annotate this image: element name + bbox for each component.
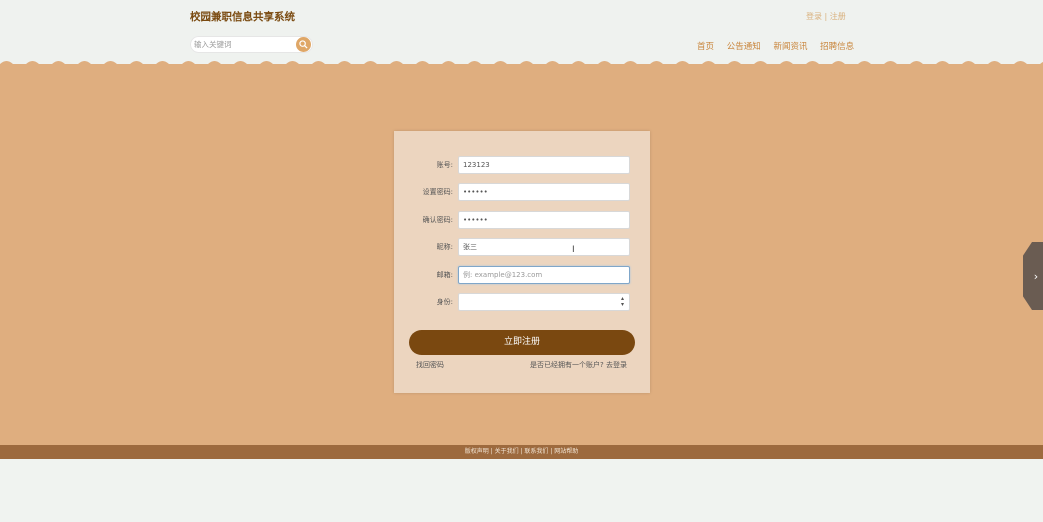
email-label: 邮箱:	[436, 271, 453, 279]
nav-item-announcements[interactable]: 公告通知	[727, 42, 761, 52]
go-login-link[interactable]: 是否已经拥有一个账户? 去登录	[530, 360, 627, 370]
header: 校园兼职信息共享系统 登录 | 注册 首页 公告通知 新闻资讯 招聘信息	[0, 0, 1043, 64]
nickname-field[interactable]: 张三 I	[458, 238, 630, 256]
login-link[interactable]: 登录	[806, 12, 822, 21]
nav-item-news[interactable]: 新闻资讯	[773, 42, 807, 52]
search-input[interactable]	[192, 37, 294, 52]
footer: 版权声明 | 关于我们 | 联系我们 | 网站帮助	[0, 445, 1043, 459]
confirm-password-label: 确认密码:	[422, 216, 453, 224]
register-link[interactable]: 注册	[830, 12, 846, 21]
register-form: 账号: 123123 设置密码: •••••• 确认密码: •••••• 昵称:…	[394, 131, 650, 393]
nickname-value: 张三	[463, 243, 477, 251]
form-row-nickname: 昵称: 张三 I	[394, 238, 650, 256]
site-title: 校园兼职信息共享系统	[190, 11, 295, 23]
search-button[interactable]	[296, 37, 311, 52]
select-arrows-icon: ▴ ▾	[620, 295, 624, 308]
form-row-email: 邮箱: 例: example@123.com	[394, 266, 650, 284]
form-row-confirm-password: 确认密码: ••••••	[394, 211, 650, 229]
email-field[interactable]: 例: example@123.com	[458, 266, 630, 284]
footer-link-copyright[interactable]: 版权声明	[465, 448, 489, 455]
account-field[interactable]: 123123	[458, 156, 630, 174]
form-row-password: 设置密码: ••••••	[394, 183, 650, 201]
password-label: 设置密码:	[422, 188, 453, 196]
footer-link-contact[interactable]: 联系我们	[524, 448, 548, 455]
scallop-divider	[0, 56, 1043, 70]
confirm-password-field[interactable]: ••••••	[458, 211, 630, 229]
footer-link-help[interactable]: 网站帮助	[554, 448, 578, 455]
form-row-identity: 身份: ▴ ▾	[394, 293, 650, 311]
forgot-password-link[interactable]: 找回密码	[416, 360, 444, 370]
identity-select[interactable]: ▴ ▾	[458, 293, 630, 311]
nickname-label: 昵称:	[436, 243, 453, 251]
auth-separator: |	[822, 12, 830, 21]
form-row-account: 账号: 123123	[394, 156, 650, 174]
search-box	[190, 36, 313, 53]
register-button[interactable]: 立即注册	[409, 330, 635, 355]
password-field[interactable]: ••••••	[458, 183, 630, 201]
nav-item-jobs[interactable]: 招聘信息	[820, 42, 854, 52]
auth-links: 登录 | 注册	[806, 11, 846, 22]
nav-item-home[interactable]: 首页	[697, 42, 714, 52]
identity-label: 身份:	[436, 298, 453, 306]
footer-link-about[interactable]: 关于我们	[495, 448, 519, 455]
search-icon	[299, 40, 308, 49]
side-drawer-toggle[interactable]: ›	[1023, 242, 1043, 310]
text-cursor-icon: I	[572, 245, 575, 255]
main-nav: 首页 公告通知 新闻资讯 招聘信息	[697, 40, 864, 52]
account-label: 账号:	[436, 161, 453, 169]
chevron-right-icon: ›	[1033, 269, 1039, 283]
